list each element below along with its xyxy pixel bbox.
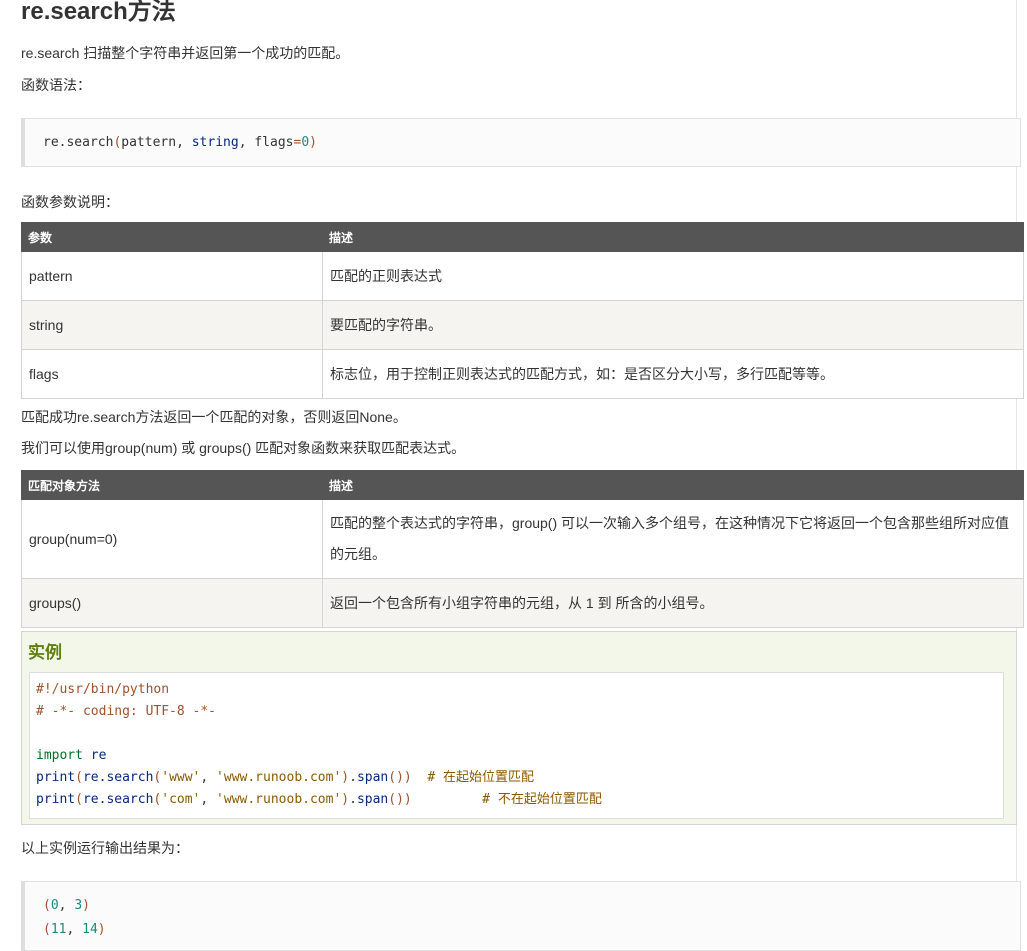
code-number: 14 — [82, 922, 98, 937]
code-keyword: import — [36, 748, 83, 763]
page-title: re.search方法 — [21, 0, 176, 25]
code-line-print-2: print(re.search('com', 'www.runoob.com')… — [36, 789, 602, 811]
code-string: 'www.runoob.com' — [216, 770, 342, 785]
code-paren: ) — [309, 135, 317, 150]
code-method: span — [356, 770, 389, 785]
table-row: groups() 返回一个包含所有小组字符串的元组，从 1 到 所含的小组号。 — [21, 578, 1024, 628]
code-paren: ( — [75, 770, 83, 785]
code-comma: , — [66, 922, 83, 937]
code-paren: ()) — [388, 770, 412, 785]
code-number: 11 — [50, 922, 67, 937]
code-arg: pattern — [121, 135, 177, 150]
table-header-cell: 描述 — [322, 470, 1024, 500]
code-number: 0 — [301, 135, 310, 150]
code-arg: flags — [254, 135, 294, 150]
intro-paragraph: re.search 扫描整个字符串并返回第一个成功的匹配。 — [21, 45, 350, 61]
table-cell: group(num=0) — [21, 499, 323, 579]
return-paragraph: 匹配成功re.search方法返回一个匹配的对象，否则返回None。 — [21, 409, 407, 425]
syntax-label: 函数语法： — [21, 77, 91, 93]
table-cell: pattern — [21, 251, 323, 301]
table-cell: 匹配的正则表达式 — [322, 251, 1024, 301]
code-dot: . — [349, 792, 357, 807]
example-heading: 实例 — [28, 643, 62, 662]
code-line-coding: # -*- coding: UTF-8 -*- — [36, 704, 217, 719]
code-module: re — [82, 748, 107, 763]
code-print: print — [36, 770, 76, 785]
table-row: pattern 匹配的正则表达式 — [21, 251, 1024, 301]
code-paren: ) — [341, 792, 350, 807]
code-string: 'www.runoob.com' — [216, 792, 342, 807]
output-line: (11, 14) — [43, 921, 106, 939]
code-comment: # 不在起始位置匹配 — [411, 792, 602, 807]
output-line: (0, 3) — [43, 897, 90, 915]
code-comma: , — [200, 792, 217, 807]
table-cell: 要匹配的字符串。 — [322, 300, 1024, 350]
output-label: 以上实例运行输出结果为： — [21, 840, 189, 856]
table-cell: flags — [21, 349, 323, 399]
code-method: span — [356, 792, 389, 807]
code-line-import: import re — [36, 745, 106, 767]
code-dot: . — [349, 770, 357, 785]
table-header-cell: 匹配对象方法 — [21, 470, 323, 500]
code-string: 'www' — [161, 770, 201, 785]
code-function: re.search — [43, 135, 114, 150]
table-row: group(num=0) 匹配的整个表达式的字符串，group() 可以一次输入… — [21, 499, 1024, 579]
table-row: string 要匹配的字符串。 — [21, 300, 1024, 350]
table-header-row: 匹配对象方法 描述 — [21, 470, 1024, 500]
code-comma: , — [176, 135, 192, 150]
table-row: flags 标志位，用于控制正则表达式的匹配方式，如：是否区分大小写，多行匹配等… — [21, 349, 1024, 399]
example-box: 实例 #!/usr/bin/python # -*- coding: UTF-8… — [21, 631, 1017, 825]
group-paragraph: 我们可以使用group(num) 或 groups() 匹配对象函数来获取匹配表… — [21, 440, 466, 456]
code-comma: , — [200, 770, 217, 785]
code-call: re.search — [82, 770, 154, 785]
table-header-cell: 参数 — [21, 222, 323, 252]
code-comma: , — [58, 898, 75, 913]
code-line-shebang: #!/usr/bin/python — [36, 682, 170, 697]
code-paren: ( — [43, 922, 51, 937]
syntax-code-block[interactable]: re.search(pattern, string, flags=0) — [21, 118, 1021, 167]
code-paren: ) — [341, 770, 350, 785]
params-table: 参数 描述 pattern 匹配的正则表达式 string 要匹配的字符串。 f… — [21, 222, 1024, 399]
code-paren: ( — [43, 898, 51, 913]
code-number: 3 — [74, 898, 83, 913]
code-print: print — [36, 792, 76, 807]
code-comment: # 在起始位置匹配 — [411, 770, 535, 785]
syntax-code-line: re.search(pattern, string, flags=0) — [43, 134, 317, 152]
table-cell: 返回一个包含所有小组字符串的元组，从 1 到 所含的小组号。 — [322, 578, 1024, 628]
code-call: re.search — [82, 792, 154, 807]
code-paren: ) — [97, 922, 106, 937]
code-number: 0 — [50, 898, 59, 913]
table-cell: 标志位，用于控制正则表达式的匹配方式，如：是否区分大小写，多行匹配等等。 — [322, 349, 1024, 399]
params-label: 函数参数说明： — [21, 194, 119, 210]
code-comma: , — [238, 135, 255, 150]
code-paren: ()) — [388, 792, 412, 807]
table-header-row: 参数 描述 — [21, 222, 1024, 252]
code-string: 'com' — [161, 792, 201, 807]
table-cell: string — [21, 300, 323, 350]
code-arg: string — [191, 135, 239, 150]
table-cell: groups() — [21, 578, 323, 628]
code-paren: ) — [82, 898, 90, 913]
table-cell: 匹配的整个表达式的字符串，group() 可以一次输入多个组号，在这种情况下它将… — [322, 499, 1024, 579]
code-line-print-1: print(re.search('www', 'www.runoob.com')… — [36, 767, 534, 789]
table-header-cell: 描述 — [322, 222, 1024, 252]
output-code-block[interactable]: (0, 3) (11, 14) — [21, 881, 1021, 951]
example-code-block[interactable]: #!/usr/bin/python # -*- coding: UTF-8 -*… — [29, 672, 1004, 819]
methods-table: 匹配对象方法 描述 group(num=0) 匹配的整个表达式的字符串，grou… — [21, 470, 1024, 628]
code-paren: ( — [75, 792, 83, 807]
